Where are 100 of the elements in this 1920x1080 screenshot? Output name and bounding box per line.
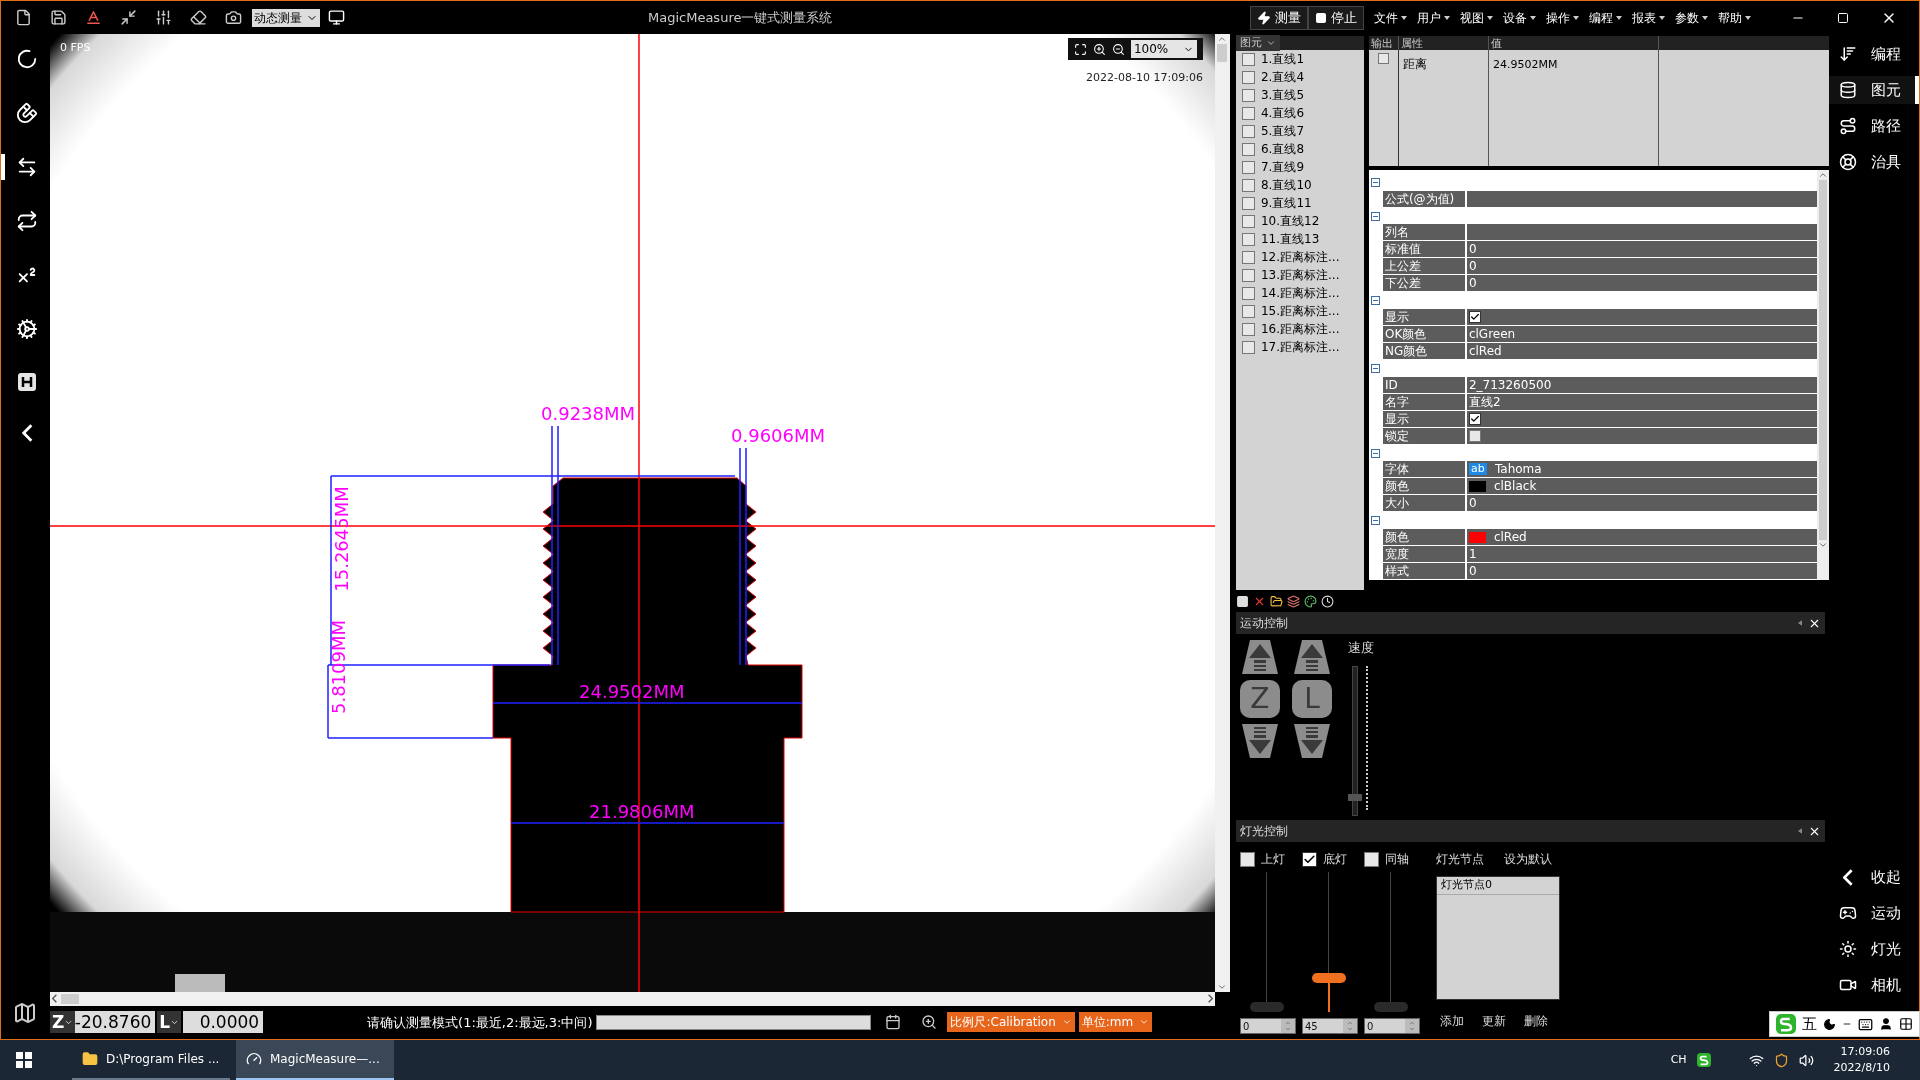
- light-slider[interactable]: [1311, 872, 1346, 1012]
- moon-icon[interactable]: [1823, 1017, 1836, 1031]
- element-list-item[interactable]: 4.直线6: [1260, 104, 1305, 122]
- scrollbar[interactable]: [1817, 170, 1830, 580]
- menu-item[interactable]: 视图: [1460, 8, 1493, 27]
- light-action-button[interactable]: 更新: [1481, 1012, 1506, 1030]
- speed-slider[interactable]: [1347, 665, 1362, 816]
- collapse-toggle[interactable]: [1370, 363, 1380, 373]
- new-file-icon[interactable]: [15, 9, 32, 26]
- input-mode[interactable]: 五: [1802, 1012, 1817, 1036]
- map-icon[interactable]: [13, 1001, 38, 1025]
- measure-button[interactable]: 测量: [1250, 5, 1308, 30]
- user-icon[interactable]: [1879, 1017, 1893, 1031]
- layers-icon[interactable]: [1286, 594, 1300, 608]
- l-axis-select[interactable]: L: [157, 1011, 182, 1034]
- element-list-item[interactable]: 8.直线10: [1260, 176, 1312, 194]
- taskbar-app[interactable]: D:\Program Files ...: [72, 1040, 230, 1080]
- element-list-item[interactable]: 16.距离标注...: [1260, 320, 1340, 338]
- collapse-toggle[interactable]: [1370, 448, 1380, 458]
- element-list-item[interactable]: 12.距离标注...: [1260, 248, 1340, 266]
- refresh-icon[interactable]: [16, 48, 39, 70]
- nav-tab[interactable]: 编程: [1829, 40, 1919, 68]
- keyboard-icon[interactable]: [1858, 1016, 1873, 1032]
- checkbox[interactable]: [1241, 52, 1255, 66]
- h-box-icon[interactable]: [17, 372, 38, 392]
- nav-item[interactable]: 运动: [1829, 899, 1919, 927]
- light-slider[interactable]: [1249, 872, 1284, 1012]
- pin-arrow-icon[interactable]: [1798, 620, 1803, 626]
- spin-field[interactable]: 0: [1363, 1018, 1420, 1034]
- chevron-left-icon[interactable]: [21, 424, 33, 442]
- nav-item[interactable]: 灯光: [1829, 935, 1919, 963]
- element-list-item[interactable]: 3.直线5: [1260, 86, 1305, 104]
- magnet-icon[interactable]: [16, 102, 39, 124]
- collapse-toggle[interactable]: [1370, 211, 1380, 221]
- checkbox[interactable]: [1241, 124, 1255, 138]
- nav-item[interactable]: 收起: [1829, 863, 1919, 891]
- volume-icon[interactable]: [1798, 1052, 1814, 1068]
- square-icon[interactable]: [1235, 594, 1249, 608]
- menu-item[interactable]: 设备: [1503, 8, 1536, 27]
- scrollbar-thumb[interactable]: [60, 993, 79, 1004]
- slider-thumb[interactable]: [1373, 1002, 1408, 1012]
- nav-item[interactable]: 相机: [1829, 971, 1919, 999]
- checkbox[interactable]: [1363, 851, 1379, 867]
- menu-item[interactable]: 编程: [1589, 8, 1622, 27]
- eraser-icon[interactable]: [190, 9, 207, 26]
- checkbox[interactable]: [1239, 851, 1255, 867]
- repeat-icon[interactable]: [16, 210, 39, 232]
- shield-icon[interactable]: [1773, 1052, 1789, 1068]
- calendar-icon[interactable]: [885, 1014, 902, 1031]
- stop-button[interactable]: 停止: [1308, 5, 1364, 30]
- nav-tab[interactable]: 治具: [1829, 148, 1919, 176]
- windows-start-icon[interactable]: [16, 1052, 32, 1068]
- spin-field[interactable]: 45: [1301, 1018, 1358, 1034]
- checkbox[interactable]: [1241, 232, 1255, 246]
- element-list-item[interactable]: 6.直线8: [1260, 140, 1305, 158]
- checkbox[interactable]: [1241, 250, 1255, 264]
- language-indicator[interactable]: CH: [1670, 1051, 1687, 1069]
- checkbox[interactable]: [1241, 160, 1255, 174]
- sliders-icon[interactable]: [155, 9, 172, 26]
- folder-icon[interactable]: [1269, 594, 1283, 608]
- zoom-in-icon[interactable]: [1092, 42, 1106, 56]
- scrollbar-thumb[interactable]: [1217, 44, 1228, 62]
- element-list-item[interactable]: 10.直线12: [1260, 212, 1320, 230]
- z-axis-select[interactable]: Z: [49, 1011, 76, 1034]
- light-action-button[interactable]: 删除: [1523, 1012, 1548, 1030]
- gears-icon[interactable]: [16, 318, 39, 340]
- checkbox[interactable]: [1241, 88, 1255, 102]
- monitor-icon[interactable]: [328, 9, 345, 26]
- checkbox[interactable]: [1241, 70, 1255, 84]
- element-filter-select[interactable]: 图元: [1235, 34, 1280, 52]
- light-slider[interactable]: [1373, 872, 1408, 1012]
- nav-tab[interactable]: 路径: [1829, 112, 1919, 140]
- element-list-item[interactable]: 2.直线4: [1260, 68, 1305, 86]
- menu-item[interactable]: 操作: [1546, 8, 1579, 27]
- zoom-out-icon[interactable]: [1111, 42, 1125, 56]
- element-list-item[interactable]: 14.距离标注...: [1260, 284, 1340, 302]
- collapse-toggle[interactable]: [1370, 296, 1380, 306]
- spin-field[interactable]: 0: [1239, 1018, 1296, 1034]
- checkbox[interactable]: [1241, 304, 1255, 318]
- set-default-button[interactable]: 设为默认: [1503, 850, 1552, 868]
- collapse-toggle[interactable]: [1370, 177, 1380, 187]
- checkbox[interactable]: [1468, 412, 1481, 425]
- checkbox[interactable]: [1241, 178, 1255, 192]
- light-node-item[interactable]: 灯光节点0: [1436, 877, 1559, 895]
- checkbox[interactable]: [1468, 311, 1481, 323]
- zoom-select[interactable]: 100%: [1130, 40, 1197, 58]
- menu-item[interactable]: 用户: [1417, 8, 1450, 27]
- checkbox[interactable]: [1241, 142, 1255, 156]
- network-icon[interactable]: [1748, 1052, 1764, 1068]
- checkbox[interactable]: [1377, 53, 1389, 64]
- z-value-field[interactable]: -20.8760: [75, 1011, 156, 1034]
- checkbox[interactable]: [1241, 106, 1255, 120]
- element-list-item[interactable]: 11.直线13: [1260, 230, 1320, 248]
- compress-icon[interactable]: [120, 9, 137, 26]
- element-list-item[interactable]: 5.直线7: [1260, 122, 1305, 140]
- slider-thumb[interactable]: [1249, 1002, 1284, 1012]
- clock-icon[interactable]: [1320, 594, 1334, 608]
- grid-icon[interactable]: [1899, 1017, 1913, 1031]
- light-node-button[interactable]: 灯光节点: [1435, 850, 1484, 868]
- collapse-toggle[interactable]: [1370, 516, 1380, 526]
